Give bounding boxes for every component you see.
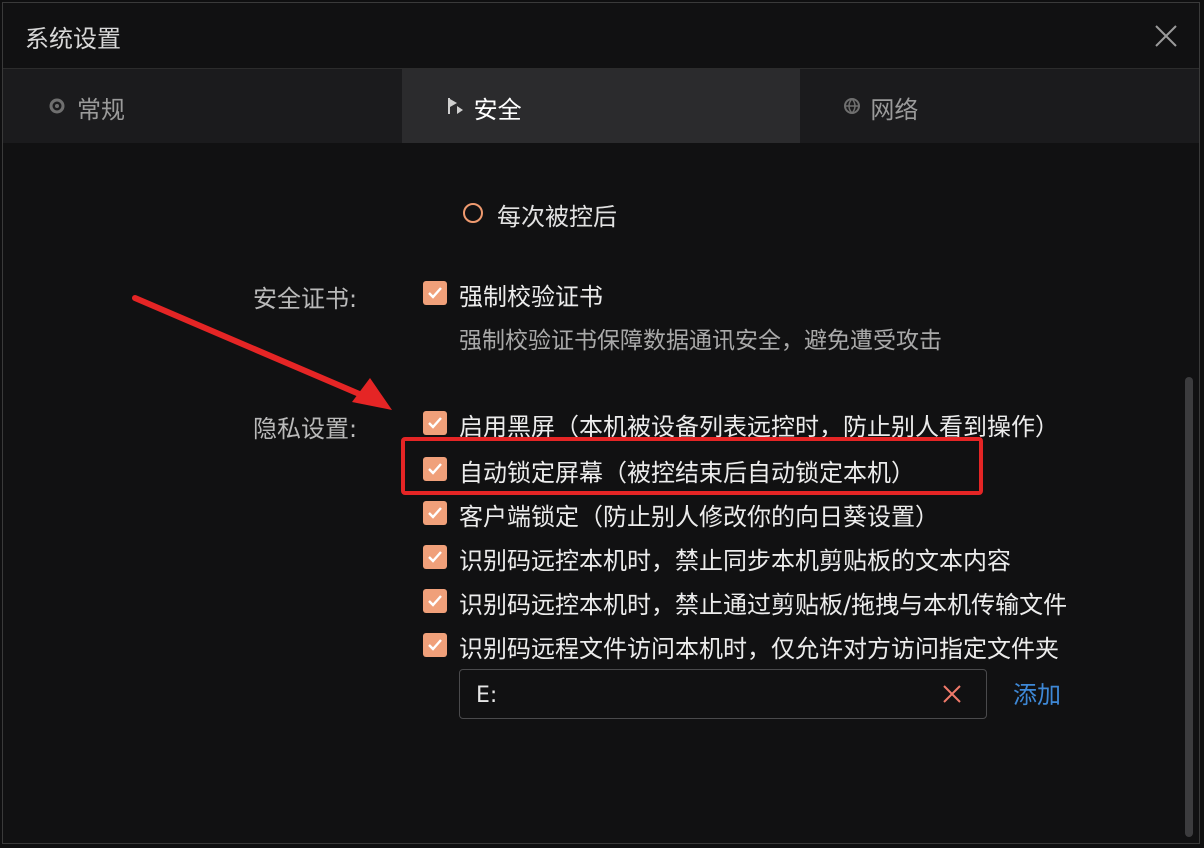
security-panel: 每次被控后 安全证书: 强制校验证书 强制校验证书保障数据通讯安全，避免遭受攻击… <box>3 143 1199 845</box>
check-icon <box>428 287 442 299</box>
tab-security[interactable]: 安全 <box>401 69 801 143</box>
tab-network[interactable]: 网络 <box>800 69 1199 143</box>
add-folder-link[interactable]: 添加 <box>1013 675 1061 710</box>
check-icon <box>428 507 442 519</box>
gear-icon <box>49 98 65 114</box>
black-screen-checkbox[interactable] <box>423 411 447 435</box>
force-verify-cert-label: 强制校验证书 <box>459 283 603 311</box>
radio-after-each-control[interactable] <box>463 203 483 223</box>
cert-section-label: 安全证书: <box>253 285 358 313</box>
close-icon[interactable] <box>1151 21 1181 51</box>
allowed-folder-input[interactable] <box>474 678 918 712</box>
privacy-section-label: 隐私设置: <box>253 415 358 443</box>
restrict-folder-access-label: 识别码远程文件访问本机时，仅允许对方访问指定文件夹 <box>459 635 1059 663</box>
tab-general[interactable]: 常规 <box>3 69 402 143</box>
window-title: 系统设置 <box>25 25 121 53</box>
tab-network-label: 网络 <box>870 96 919 124</box>
title-bar: 系统设置 <box>3 3 1199 69</box>
force-verify-cert-checkbox[interactable] <box>423 281 447 305</box>
scrollbar[interactable] <box>1185 377 1193 837</box>
check-icon <box>428 551 442 563</box>
settings-window: 系统设置 常规 安全 网络 每次被控后 安全证书: 强制校验证书 强制校验证书保… <box>2 2 1200 844</box>
clear-icon[interactable] <box>940 682 964 706</box>
client-lock-checkbox[interactable] <box>423 501 447 525</box>
globe-icon <box>844 98 861 114</box>
no-clipboard-sync-label: 识别码远控本机时，禁止同步本机剪贴板的文本内容 <box>459 547 1011 575</box>
radio-after-each-control-label: 每次被控后 <box>497 203 617 231</box>
no-file-transfer-checkbox[interactable] <box>423 589 447 613</box>
cert-description: 强制校验证书保障数据通讯安全，避免遭受攻击 <box>459 328 942 354</box>
restrict-folder-access-checkbox[interactable] <box>423 633 447 657</box>
no-file-transfer-label: 识别码远控本机时，禁止通过剪贴板/拖拽与本机传输文件 <box>459 591 1068 619</box>
check-icon <box>428 595 442 607</box>
check-icon <box>428 417 442 429</box>
allowed-folder-field[interactable] <box>459 669 987 719</box>
tab-bar: 常规 安全 网络 <box>3 69 1199 143</box>
annotation-highlight-box <box>401 437 983 495</box>
check-icon <box>428 639 442 651</box>
tab-general-label: 常规 <box>77 96 125 124</box>
client-lock-label: 客户端锁定（防止别人修改你的向日葵设置） <box>459 503 939 531</box>
shield-flag-icon <box>447 98 463 114</box>
tab-security-label: 安全 <box>473 96 522 124</box>
no-clipboard-sync-checkbox[interactable] <box>423 545 447 569</box>
